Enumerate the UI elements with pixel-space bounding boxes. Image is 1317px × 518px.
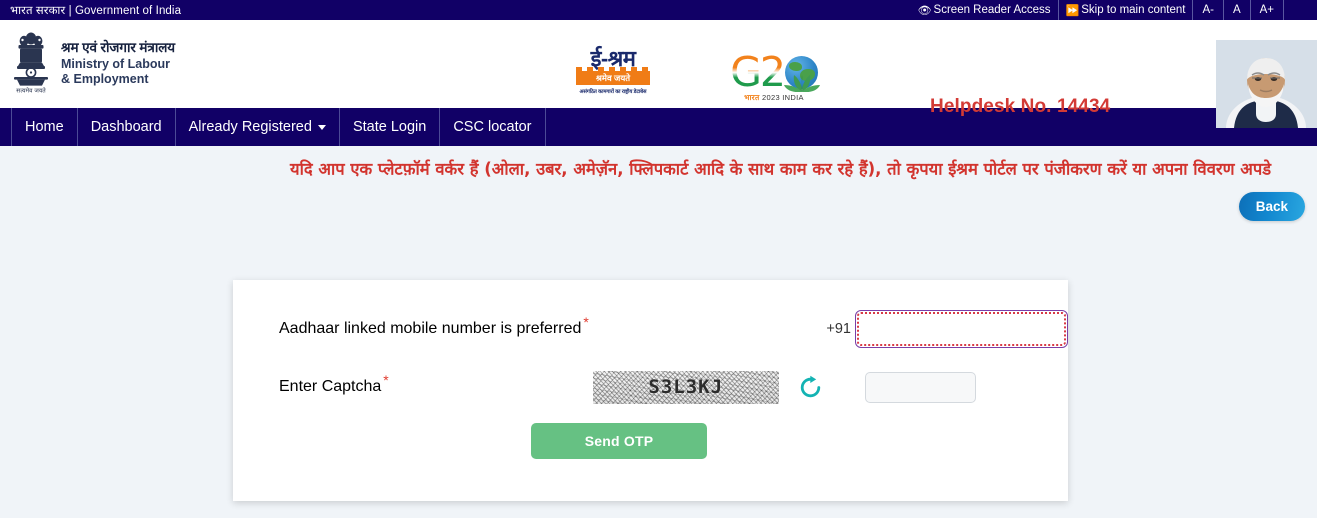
ministry-name-hindi: श्रम एवं रोजगार मंत्रालय [61,39,176,55]
screen-reader-icon: 👁 [917,4,932,17]
skip-to-main-content-link[interactable]: ⏩ Skip to main content [1057,0,1193,20]
emblem-motto: सत्यमेव जयते [16,87,46,95]
fast-forward-icon: ⏩ [1065,4,1080,17]
announcement-marquee-text: यदि आप एक प्लेटफ़ॉर्म वर्कर हैं (ओला, उब… [290,159,1272,179]
nav-item-home-label: Home [25,119,64,135]
g20-caption-english: 2023 INDIA [762,93,804,102]
captcha-refresh-button[interactable] [797,373,825,401]
refresh-icon [801,375,821,397]
submit-row: Send OTP [233,423,1068,459]
nav-item-dashboard[interactable]: Dashboard [78,108,176,146]
accessibility-controls: 👁 Screen Reader Access ⏩ Skip to main cont… [911,0,1317,20]
mobile-input-wrapper [855,310,1068,348]
captcha-label-text: Enter Captcha [279,378,382,395]
captcha-image: S3L3KJ [592,370,779,404]
mobile-number-label-text: Aadhaar linked mobile number is preferre… [279,320,582,337]
g20-logo[interactable]: G2 भारत 2023 INDIA [714,50,834,103]
nav-item-state-login-label: State Login [352,119,427,135]
mobile-number-input[interactable] [855,310,1068,348]
ashoka-emblem-icon: सत्यमेव जयते [14,32,48,95]
captcha-input[interactable] [864,371,976,403]
g20-mark-text: G2 [730,47,786,96]
nav-item-dashboard-label: Dashboard [90,119,162,135]
captcha-label: Enter Captcha * [279,373,389,396]
nav-item-state-login[interactable]: State Login [340,108,441,146]
ministry-name-english-line1: Ministry of Labour [61,56,171,71]
eshram-logo-motto: श्रमेव जयते [576,67,650,85]
font-size-normal-button[interactable]: A [1222,0,1250,20]
font-size-decrease-button[interactable]: A- [1192,0,1223,20]
prime-minister-photo [1216,40,1317,128]
registration-form-card: Aadhaar linked mobile number is preferre… [233,280,1068,501]
screen-reader-access-label: Screen Reader Access [933,4,1051,16]
nav-item-csc-locator[interactable]: CSC locator [440,108,546,146]
announcement-marquee: यदि आप एक प्लेटफ़ॉर्म वर्कर हैं (ओला, उब… [0,146,1317,190]
g20-lotus-icon [784,75,820,92]
ministry-name-english-line2: & Employment [61,72,149,87]
prime-minister-portrait-graphic [1216,40,1317,128]
government-top-bar: भारत सरकार | Government of India 👁 Screen… [0,0,1317,20]
captcha-required-asterisk: * [383,371,389,388]
back-button[interactable]: Back [1238,192,1305,221]
mobile-number-label: Aadhaar linked mobile number is preferre… [279,315,589,338]
nav-item-home[interactable]: Home [11,108,78,146]
mobile-number-row: Aadhaar linked mobile number is preferre… [233,304,1068,354]
eshram-logo[interactable]: ई-श्रम श्रमेव जयते असंगठित कामगारों का र… [576,48,650,95]
mobile-required-asterisk: * [583,313,589,330]
captcha-row: Enter Captcha * S3L3KJ [233,361,1068,413]
page-actions-row: Back [0,190,1317,238]
font-size-increase-button[interactable]: A+ [1249,0,1283,20]
government-of-india-label: भारत सरकार | Government of India [10,4,182,17]
nav-item-already-registered-label: Already Registered [188,119,312,135]
main-navigation: Home Dashboard Already Registered State … [0,108,1317,146]
skip-to-main-content-label: Skip to main content [1081,4,1186,16]
chevron-down-icon [317,124,326,130]
nav-item-already-registered[interactable]: Already Registered [176,108,340,146]
captcha-code-text: S3L3KJ [648,376,724,398]
ministry-branding[interactable]: सत्यमेव जयते श्रम एवं रोजगार मंत्रालय Mi… [0,31,175,97]
topbar-end-divider [1283,0,1317,20]
g20-caption-hindi: भारत [744,93,760,102]
nav-item-csc-locator-label: CSC locator [453,119,532,135]
helpdesk-number: Helpdesk No. 14434 [930,96,1111,117]
ministry-name-block: श्रम एवं रोजगार मंत्रालय Ministry of Lab… [61,40,175,88]
eshram-logo-tagline: असंगठित कामगारों का राष्ट्रीय डेटाबेस [579,88,647,95]
screen-reader-access-link[interactable]: 👁 Screen Reader Access [911,0,1058,20]
send-otp-button[interactable]: Send OTP [531,423,707,459]
country-code-label: +91 [826,321,851,337]
site-header: सत्यमेव जयते श्रम एवं रोजगार मंत्रालय Mi… [0,20,1317,128]
